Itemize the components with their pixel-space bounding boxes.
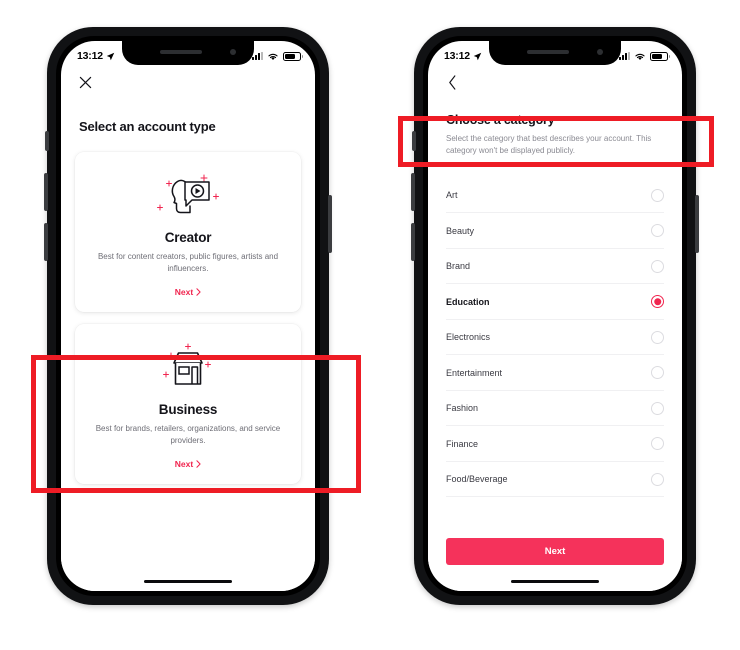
radio-button[interactable]: [651, 366, 664, 380]
creator-head-video-icon: [85, 168, 291, 226]
phone-bezel-left: 13:12 Select an account type Creator Bes…: [56, 36, 320, 596]
power-button[interactable]: [328, 195, 332, 253]
category-label: Beauty: [446, 225, 475, 236]
home-indicator[interactable]: [144, 579, 232, 583]
category-row-art[interactable]: Art: [446, 178, 664, 214]
next-label: Next: [174, 287, 194, 298]
account-type-card-list: Creator Best for content creators, publi…: [61, 134, 315, 485]
page-title: Select an account type: [79, 119, 216, 134]
silent-switch-button[interactable]: [412, 131, 416, 151]
earpiece-speaker: [527, 50, 569, 54]
category-list: Art Beauty Brand Education Electronics E…: [428, 178, 682, 498]
radio-button[interactable]: [651, 188, 664, 202]
front-camera-icon: [597, 49, 603, 55]
phone-screen-right: 13:12 Choose a category Select the categ…: [428, 41, 682, 591]
nav-bar-left: [61, 67, 315, 97]
business-next-link[interactable]: Next: [175, 459, 201, 469]
volume-up-button[interactable]: [411, 173, 415, 211]
card-title: Creator: [164, 230, 212, 245]
chevron-left-back-icon[interactable]: [442, 72, 462, 92]
category-label: Art: [446, 190, 458, 201]
next-button[interactable]: Next: [446, 538, 664, 565]
radio-button[interactable]: [651, 224, 664, 238]
wifi-icon: [268, 53, 278, 60]
card-description: Best for brands, retailers, organization…: [95, 424, 281, 445]
card-description: Best for content creators, public figure…: [97, 252, 279, 273]
close-x-icon[interactable]: [75, 72, 95, 92]
category-row-food-beverage[interactable]: Food/Beverage: [446, 462, 664, 498]
wifi-icon: [635, 53, 645, 60]
front-camera-icon: [230, 49, 236, 55]
device-notch: [489, 41, 621, 65]
choose-category-screen: Choose a category Select the category th…: [428, 97, 682, 591]
category-row-fashion[interactable]: Fashion: [446, 391, 664, 427]
cellular-signal-icon: [619, 52, 630, 60]
category-label: Entertainment: [446, 367, 503, 378]
account-type-card-business[interactable]: Business Best for brands, retailers, org…: [75, 324, 301, 485]
status-bar-right-group: [252, 51, 303, 61]
screenshot-stage: 13:12 Select an account type Creator Bes…: [0, 0, 740, 650]
phone-screen-left: 13:12 Select an account type Creator Bes…: [61, 41, 315, 591]
radio-button[interactable]: [651, 401, 664, 415]
power-button[interactable]: [695, 195, 699, 253]
phone-bezel-right: 13:12 Choose a category Select the categ…: [423, 36, 687, 596]
category-row-finance[interactable]: Finance: [446, 426, 664, 462]
category-row-beauty[interactable]: Beauty: [446, 213, 664, 249]
status-time: 13:12: [77, 50, 103, 62]
battery-icon: [650, 51, 670, 61]
category-label: Education: [446, 296, 490, 307]
device-notch: [122, 41, 254, 65]
category-row-education[interactable]: Education: [446, 284, 664, 320]
page-title: Choose a category: [446, 113, 555, 127]
volume-down-button[interactable]: [44, 223, 48, 261]
radio-button[interactable]: [651, 437, 664, 451]
radio-button[interactable]: [651, 472, 664, 486]
location-arrow-icon: [473, 52, 482, 60]
radio-button[interactable]: [651, 330, 664, 344]
radio-button[interactable]: [651, 259, 664, 273]
account-type-card-creator[interactable]: Creator Best for content creators, publi…: [75, 152, 301, 313]
cellular-signal-icon: [252, 52, 263, 60]
category-label: Fashion: [446, 403, 479, 414]
volume-down-button[interactable]: [411, 223, 415, 261]
page-subtitle: Select the category that best describes …: [446, 134, 652, 156]
next-label: Next: [174, 459, 194, 470]
business-storefront-icon: [85, 340, 291, 398]
battery-icon: [283, 51, 303, 61]
location-arrow-icon: [106, 52, 115, 60]
creator-next-link[interactable]: Next: [175, 287, 201, 297]
nav-bar-right: [428, 67, 682, 97]
chevron-right-icon: [196, 460, 201, 469]
status-bar-right-group: [619, 51, 670, 61]
home-indicator[interactable]: [511, 579, 599, 583]
category-label: Finance: [446, 438, 479, 449]
radio-button-selected[interactable]: [651, 295, 664, 309]
category-row-brand[interactable]: Brand: [446, 249, 664, 285]
chevron-right-icon: [196, 288, 201, 296]
category-label: Food/Beverage: [446, 474, 508, 485]
category-header: Choose a category Select the category th…: [428, 97, 682, 158]
category-label: Brand: [446, 261, 471, 272]
phone-device-right: 13:12 Choose a category Select the categ…: [411, 27, 699, 605]
category-label: Electronics: [446, 332, 491, 343]
category-row-entertainment[interactable]: Entertainment: [446, 355, 664, 391]
status-bar-left-group: 13:12: [444, 50, 482, 62]
category-row-electronics[interactable]: Electronics: [446, 320, 664, 356]
earpiece-speaker: [160, 50, 202, 54]
account-type-screen: Select an account type Creator Best for …: [61, 97, 315, 591]
status-bar-left-group: 13:12: [77, 50, 115, 62]
phone-device-left: 13:12 Select an account type Creator Bes…: [44, 27, 332, 605]
silent-switch-button[interactable]: [45, 131, 49, 151]
card-title: Business: [158, 402, 218, 418]
status-time: 13:12: [444, 50, 470, 62]
volume-up-button[interactable]: [44, 173, 48, 211]
